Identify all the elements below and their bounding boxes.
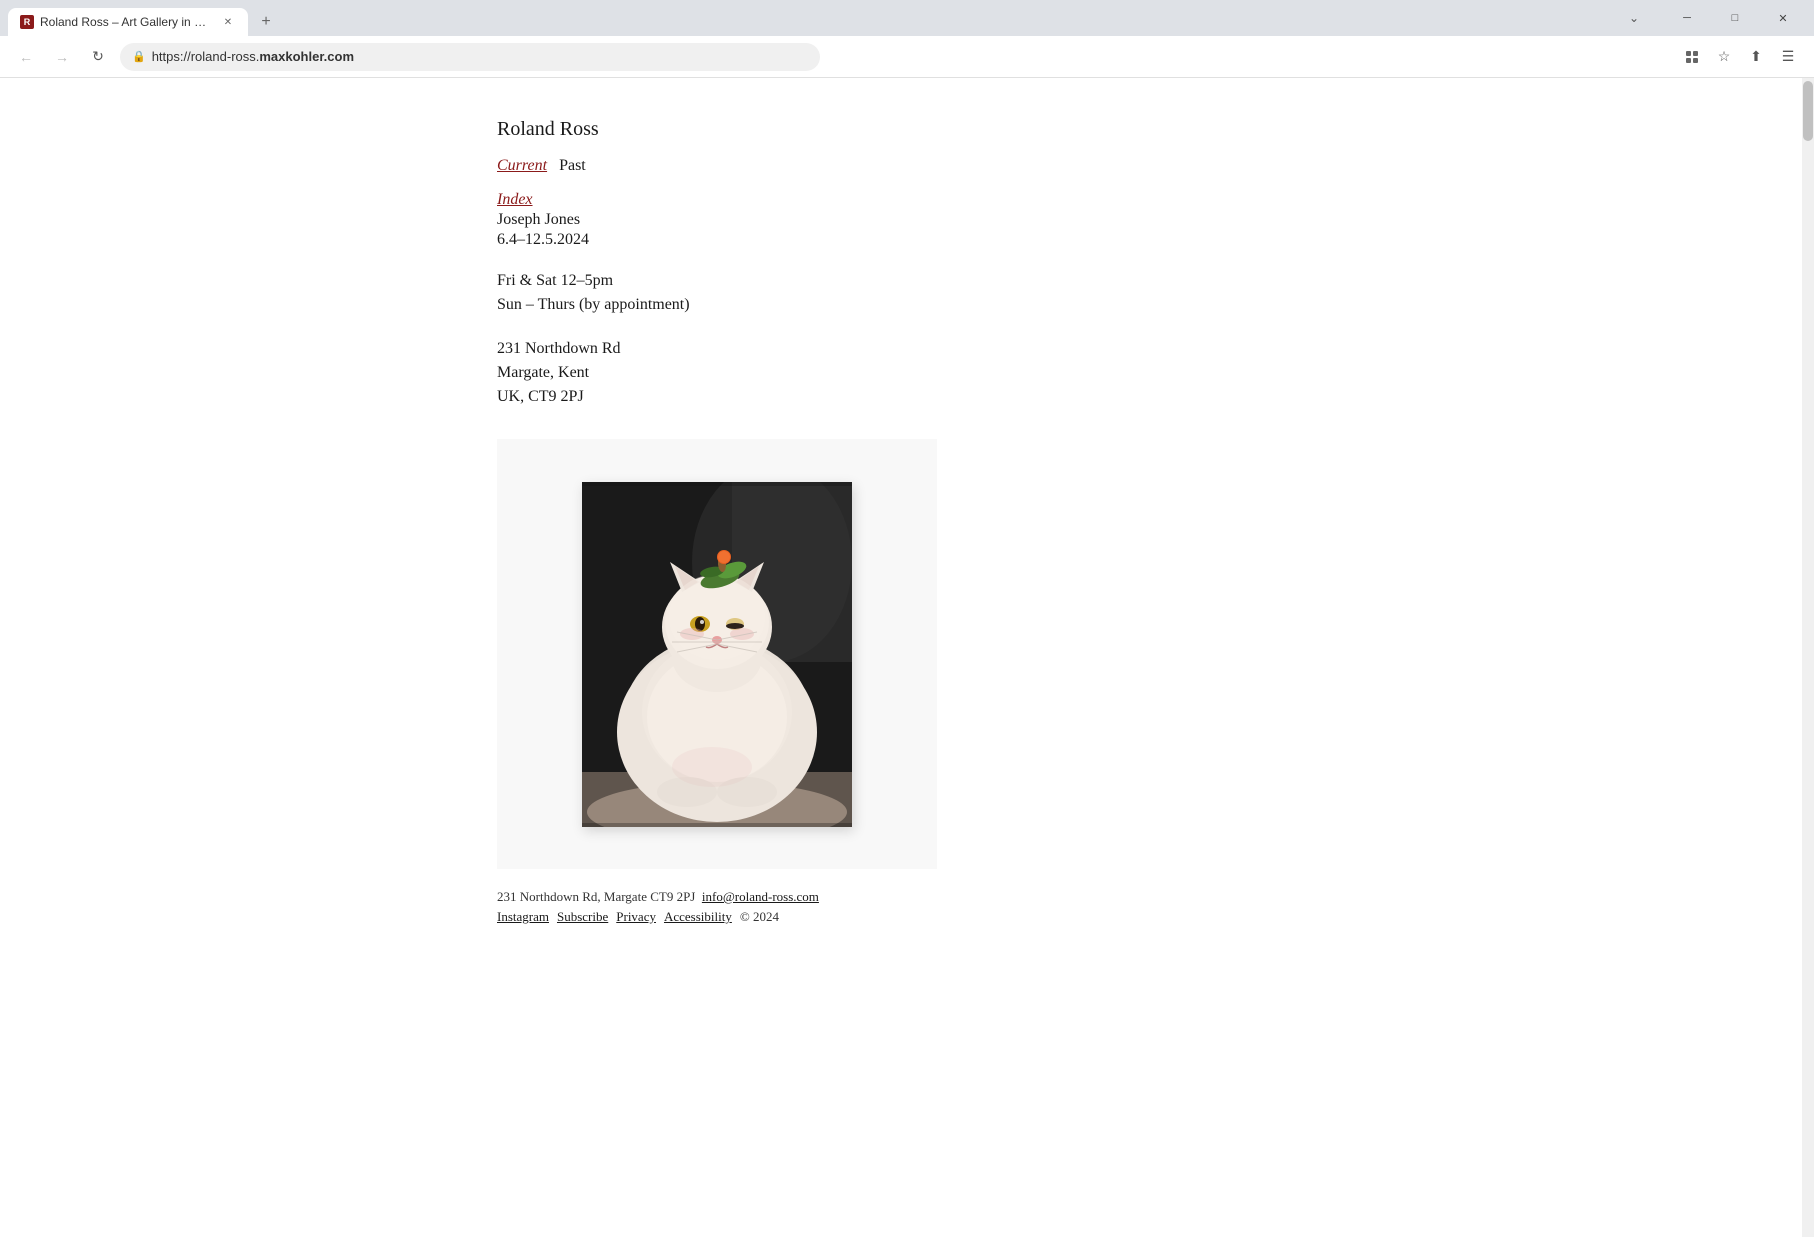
active-tab[interactable]: R Roland Ross – Art Gallery in Ma… ✕ — [8, 8, 248, 36]
footer-address: 231 Northdown Rd, Margate CT9 2PJ info@r… — [497, 889, 1305, 905]
scrollbar[interactable] — [1802, 78, 1814, 1237]
past-nav-link[interactable]: Past — [559, 157, 586, 175]
window-controls: ─ □ ✕ — [1664, 4, 1806, 32]
maximize-button[interactable]: □ — [1712, 4, 1758, 32]
footer-privacy-link[interactable]: Privacy — [616, 909, 656, 925]
close-button[interactable]: ✕ — [1760, 4, 1806, 32]
new-tab-button[interactable]: + — [252, 8, 280, 36]
minimize-button[interactable]: ─ — [1664, 4, 1710, 32]
artwork-image — [582, 482, 852, 827]
tab-favicon: R — [20, 15, 34, 29]
hours-fri-sat: Fri & Sat 12–5pm — [497, 269, 1305, 293]
favorites-button[interactable]: ☆ — [1710, 43, 1738, 71]
exhibition-dates: 6.4–12.5.2024 — [497, 231, 1305, 249]
site-title: Roland Ross — [497, 118, 1305, 141]
tab-bar: R Roland Ross – Art Gallery in Ma… ✕ + — [8, 0, 280, 36]
hours-sun-thurs: Sun – Thurs (by appointment) — [497, 293, 1305, 317]
footer-accessibility-link[interactable]: Accessibility — [664, 909, 732, 925]
opening-hours: Fri & Sat 12–5pm Sun – Thurs (by appoint… — [497, 269, 1305, 317]
artwork-container — [497, 439, 937, 869]
current-nav-link[interactable]: Current — [497, 157, 547, 175]
site-footer: 231 Northdown Rd, Margate CT9 2PJ info@r… — [497, 869, 1305, 945]
menu-button[interactable]: ☰ — [1774, 43, 1802, 71]
address-section: 231 Northdown Rd Margate, Kent UK, CT9 2… — [497, 337, 1305, 409]
address-bar[interactable]: 🔒 https://roland-ross.maxkohler.com — [120, 43, 820, 71]
share-button[interactable]: ⬆ — [1742, 43, 1770, 71]
reload-button[interactable]: ↻ — [84, 43, 112, 71]
footer-email-link[interactable]: info@roland-ross.com — [702, 889, 819, 904]
footer-copyright: © 2024 — [740, 909, 779, 925]
site-content: Roland Ross Current Past Index Joseph Jo… — [477, 78, 1337, 1005]
tab-title: Roland Ross – Art Gallery in Ma… — [40, 15, 214, 29]
title-bar-right: ⌄ ─ □ ✕ — [1620, 4, 1806, 32]
footer-instagram-link[interactable]: Instagram — [497, 909, 549, 925]
tab-close-button[interactable]: ✕ — [220, 14, 236, 30]
nav-bar: ← → ↻ 🔒 https://roland-ross.maxkohler.co… — [0, 36, 1814, 78]
browser-window: R Roland Ross – Art Gallery in Ma… ✕ + ⌄… — [0, 0, 1814, 1237]
page-content: Roland Ross Current Past Index Joseph Jo… — [0, 78, 1814, 1237]
scrollbar-thumb[interactable] — [1803, 81, 1813, 141]
minimize-arrow-button[interactable]: ⌄ — [1620, 4, 1648, 32]
exhibition-index-link[interactable]: Index — [497, 191, 1305, 209]
forward-button[interactable]: → — [48, 43, 76, 71]
nav-right-buttons: ☆ ⬆ ☰ — [1678, 43, 1802, 71]
address-line3: UK, CT9 2PJ — [497, 385, 1305, 409]
footer-links: Instagram Subscribe Privacy Accessibilit… — [497, 909, 1305, 925]
extensions-button[interactable] — [1678, 43, 1706, 71]
security-lock-icon: 🔒 — [132, 50, 146, 63]
address-line1: 231 Northdown Rd — [497, 337, 1305, 361]
footer-subscribe-link[interactable]: Subscribe — [557, 909, 608, 925]
address-text: https://roland-ross.maxkohler.com — [152, 49, 354, 64]
site-nav: Current Past — [497, 157, 1305, 175]
exhibition-artist: Joseph Jones — [497, 211, 1305, 229]
address-line2: Margate, Kent — [497, 361, 1305, 385]
exhibition-section: Index Joseph Jones 6.4–12.5.2024 — [497, 191, 1305, 249]
title-bar: R Roland Ross – Art Gallery in Ma… ✕ + ⌄… — [0, 0, 1814, 36]
back-button[interactable]: ← — [12, 43, 40, 71]
